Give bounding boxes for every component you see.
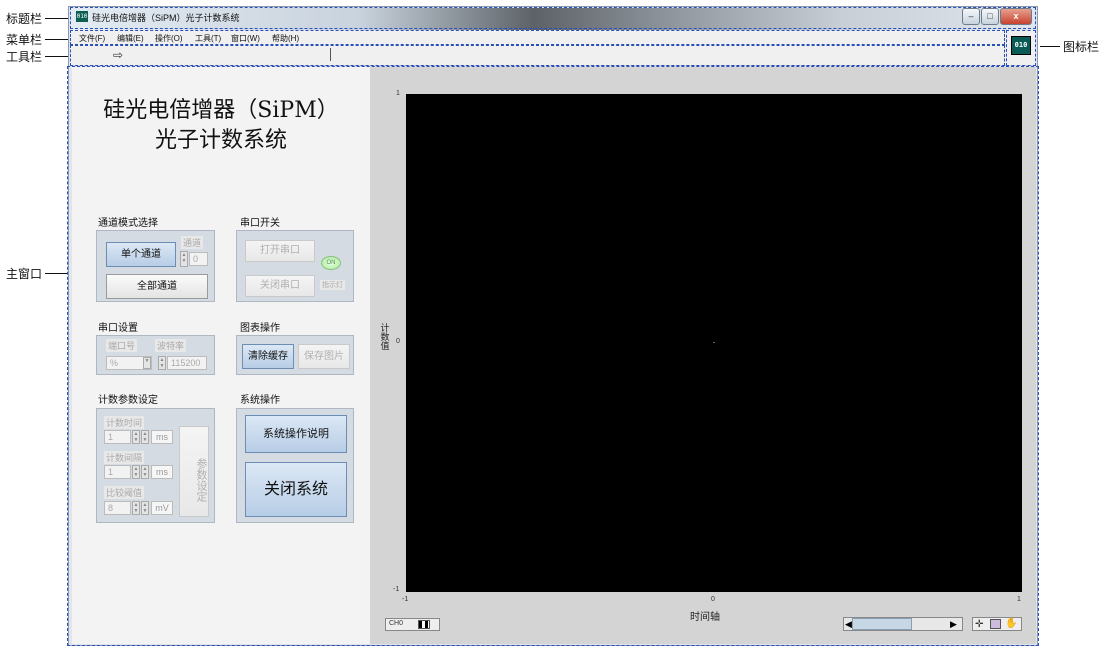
count-time-field[interactable]: 1 (104, 430, 131, 444)
annotation-title-bar: 标题栏 (6, 12, 43, 26)
system-help-button[interactable]: 系统操作说明 (245, 415, 347, 453)
y-tick-label: -1 (393, 586, 400, 593)
x-tick-label: 0 (711, 596, 715, 603)
annotation-icon-bar: 图标栏 (1063, 40, 1100, 54)
channel-field[interactable]: 0 (189, 252, 208, 266)
channel-legend-label: CH0 (389, 620, 404, 627)
set-params-button[interactable]: 参数设定 (179, 426, 209, 517)
threshold-label: 比较阈值 (104, 486, 145, 499)
threshold-spinner-2[interactable]: ▲ ▼ (141, 501, 149, 515)
threshold-field[interactable]: 8 (104, 501, 131, 515)
count-interval-label: 计数间隔 (104, 451, 145, 464)
x-axis-title: 时间轴 (690, 612, 720, 623)
toolbar-highlight (70, 45, 1005, 66)
serial-indicator-led: ON (321, 256, 341, 270)
scroll-left-icon[interactable]: ◀ (845, 619, 852, 630)
annotation-toolbar: 工具栏 (6, 50, 43, 64)
page-title-line2: 光子计数系统 (154, 128, 287, 153)
annotation-line (45, 18, 70, 19)
waveform-plot-area[interactable] (406, 94, 1022, 592)
chart-ops-label: 图表操作 (240, 323, 280, 334)
port-dropdown-icon[interactable]: ▼ (143, 357, 151, 369)
single-channel-button[interactable]: 单个通道 (106, 242, 176, 267)
count-interval-field[interactable]: 1 (104, 465, 131, 479)
x-tick-label: 1 (1017, 596, 1021, 603)
menu-bar-highlight (70, 30, 1005, 45)
title-bar-highlight (70, 7, 1036, 29)
open-serial-button[interactable]: 打开串口 (245, 240, 315, 262)
count-time-label: 计数时间 (104, 416, 145, 429)
y-tick-label: 1 (396, 90, 400, 97)
annotation-main-window: 主窗口 (6, 267, 43, 281)
save-image-button[interactable]: 保存图片 (298, 344, 350, 369)
threshold-unit: mV (151, 501, 173, 515)
baud-spinner[interactable]: ▲ ▼ (158, 356, 166, 370)
port-label: 端口号 (106, 339, 138, 352)
indicator-label: 指示灯 (320, 280, 345, 290)
icon-bar-highlight (1006, 30, 1036, 66)
channel-mode-label: 通道模式选择 (98, 218, 158, 229)
count-time-unit: ms (151, 430, 173, 444)
scroll-thumb[interactable] (852, 618, 912, 630)
annotation-line (45, 39, 70, 40)
page-title: 硅光电倍增器（SiPM） 光子计数系统 (72, 96, 370, 156)
count-interval-unit: ms (151, 465, 173, 479)
y-axis-title: 计数值 (380, 323, 390, 351)
baud-label: 波特率 (155, 339, 187, 352)
page-title-line1: 硅光电倍增器（SiPM） (103, 98, 339, 123)
crosshair-cursor-icon[interactable]: ✛ (975, 619, 983, 630)
plot-legend-icon (418, 620, 430, 629)
y-tick-label: 0 (396, 338, 400, 345)
count-params-label: 计数参数设定 (98, 395, 158, 406)
count-time-spinner-2[interactable]: ▲ ▼ (141, 430, 149, 444)
clear-buffer-button[interactable]: 清除缓存 (242, 344, 294, 369)
scroll-right-icon[interactable]: ▶ (950, 619, 957, 630)
zoom-tool-icon[interactable] (990, 619, 1001, 629)
serial-switch-label: 串口开关 (240, 218, 280, 229)
pan-hand-icon[interactable]: ✋ (1005, 618, 1017, 629)
baud-field[interactable]: 115200 (167, 356, 207, 370)
system-ops-label: 系统操作 (240, 395, 280, 406)
annotation-menu-bar: 菜单栏 (6, 33, 43, 47)
annotation-line (1040, 46, 1060, 47)
all-channels-button[interactable]: 全部通道 (106, 274, 208, 299)
count-time-spinner[interactable]: ▲ ▼ (132, 430, 140, 444)
channel-label: 通道 (181, 236, 204, 249)
serial-settings-label: 串口设置 (98, 323, 138, 334)
data-point (713, 342, 715, 343)
close-system-button[interactable]: 关闭系统 (245, 462, 347, 517)
annotation-line (45, 56, 70, 57)
channel-spinner[interactable]: ▲ ▼ (180, 251, 188, 267)
threshold-spinner[interactable]: ▲ ▼ (132, 501, 140, 515)
x-tick-label: -1 (402, 596, 409, 603)
count-interval-spinner-2[interactable]: ▲ ▼ (141, 465, 149, 479)
close-serial-button[interactable]: 关闭串口 (245, 275, 315, 297)
count-interval-spinner[interactable]: ▲ ▼ (132, 465, 140, 479)
